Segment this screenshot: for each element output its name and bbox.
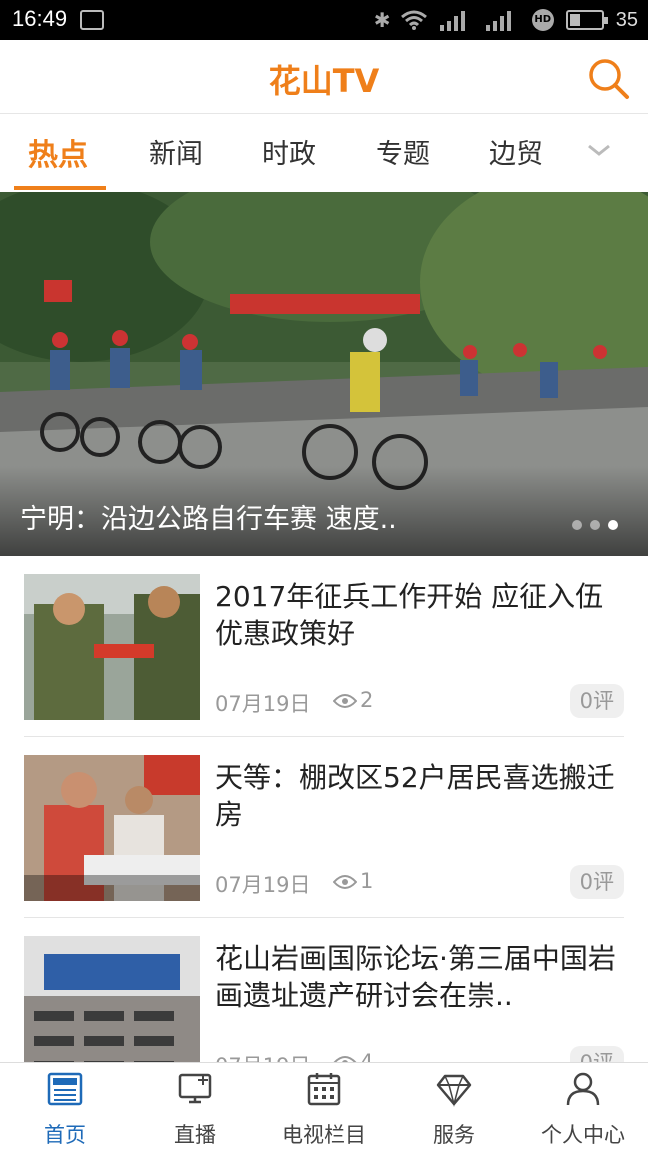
news-views: 4 [360, 1050, 374, 1062]
news-title: 2017年征兵工作开始 应征入伍优惠政策好 [215, 580, 604, 650]
nav-label: 直播 [174, 1123, 216, 1147]
comment-count-badge[interactable]: 0评 [569, 684, 624, 718]
comment-count-badge[interactable]: 0评 [569, 865, 624, 899]
signal-icon-1 [439, 9, 474, 31]
wifi-icon [400, 10, 427, 30]
bluetooth-icon: ✱ [373, 8, 391, 32]
tab-topics[interactable]: 专题 [376, 132, 430, 171]
calendar-icon [307, 1073, 341, 1106]
nav-live[interactable]: 直播 [130, 1063, 260, 1152]
news-views: 1 [360, 869, 374, 893]
chevron-down-icon[interactable] [586, 140, 612, 160]
nav-home[interactable]: 首页 [0, 1063, 130, 1152]
news-date: 07月19日 [215, 1050, 310, 1062]
eye-icon [333, 1056, 357, 1062]
news-date: 07月19日 [215, 692, 311, 716]
nav-profile[interactable]: 个人中心 [518, 1063, 648, 1152]
nav-label: 个人中心 [541, 1123, 625, 1147]
tab-active-indicator [14, 186, 106, 190]
carousel-dot-active [608, 520, 618, 530]
nav-label: 电视栏目 [282, 1123, 366, 1147]
app-header: 花山TV [0, 40, 648, 114]
live-tv-icon [178, 1073, 212, 1104]
battery-icon [565, 10, 608, 30]
nav-label: 服务 [433, 1123, 475, 1147]
app-title: 花山TV [268, 62, 380, 100]
status-time: 16:49 [12, 6, 68, 31]
status-icons: ✱ HD 35 [374, 6, 638, 34]
news-thumbnail [24, 574, 200, 720]
news-list: 2017年征兵工作开始 应征入伍优惠政策好 07月19日 2 0评 天等：棚改区… [0, 556, 648, 1062]
news-views: 2 [360, 688, 374, 712]
diamond-icon [436, 1074, 472, 1107]
bottom-nav: 首页 直播 电视栏目 服务 个人中心 [0, 1062, 648, 1152]
category-tabs: 热点 新闻 时政 专题 边贸 [0, 114, 648, 192]
banner-carousel[interactable]: 宁明：沿边公路自行车赛 速度.. [0, 192, 648, 556]
notification-icon [80, 10, 104, 30]
tab-news[interactable]: 新闻 [149, 132, 203, 171]
tab-border-trade[interactable]: 边贸 [489, 132, 543, 171]
news-date: 07月19日 [215, 873, 311, 897]
nav-services[interactable]: 服务 [389, 1063, 519, 1152]
status-bar: 16:49 ✱ HD 35 [0, 0, 648, 40]
signal-icon-2 [485, 9, 520, 31]
news-thumbnail [24, 755, 200, 901]
tab-politics[interactable]: 时政 [262, 132, 316, 171]
battery-percent: 35 [615, 8, 638, 31]
news-item[interactable]: 天等：棚改区52户居民喜选搬迁房 07月19日 1 0评 [0, 737, 648, 918]
hd-icon: HD [531, 9, 554, 31]
nav-label: 首页 [44, 1123, 86, 1147]
banner-caption: 宁明：沿边公路自行车赛 速度.. [20, 504, 397, 535]
eye-icon [333, 875, 357, 889]
carousel-indicators [572, 520, 618, 530]
nav-tv-programs[interactable]: 电视栏目 [259, 1063, 389, 1152]
news-title: 天等：棚改区52户居民喜选搬迁房 [215, 761, 615, 831]
carousel-dot [590, 520, 600, 530]
eye-icon [333, 694, 357, 708]
carousel-dot [572, 520, 582, 530]
person-icon [566, 1072, 600, 1106]
news-item[interactable]: 2017年征兵工作开始 应征入伍优惠政策好 07月19日 2 0评 [0, 556, 648, 737]
search-icon[interactable] [586, 56, 630, 100]
news-item[interactable]: 花山岩画国际论坛·第三届中国岩画遗址遗产研讨会在崇.. 07月19日 4 0评 [0, 918, 648, 1062]
news-icon [47, 1072, 83, 1106]
news-thumbnail [24, 936, 200, 1062]
news-title: 花山岩画国际论坛·第三届中国岩画遗址遗产研讨会在崇.. [215, 942, 616, 1012]
tab-hot[interactable]: 热点 [28, 130, 88, 174]
comment-count-badge[interactable]: 0评 [569, 1046, 624, 1062]
